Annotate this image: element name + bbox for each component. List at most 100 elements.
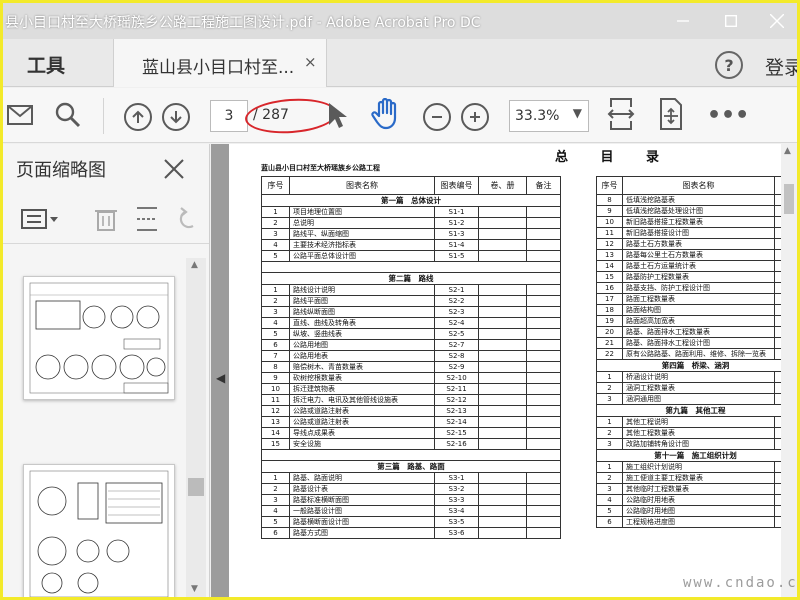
row-number-cell: 12 (261, 405, 290, 417)
row-number-cell: 17 (596, 293, 623, 305)
section-heading-cell: 第九篇 其他工程 (596, 404, 795, 417)
item-code-cell: S2-16 (434, 438, 479, 450)
table-row: 8 赔偿树木、青苗数量表 S2-9 (261, 361, 561, 373)
tab-tools[interactable]: 工具 (27, 51, 65, 78)
tab-document[interactable]: 蓝山县小目口村至... × (113, 39, 327, 87)
table-row: 第十一篇 施工组织计划 (596, 449, 795, 462)
volume-cell (478, 206, 527, 218)
trash-icon[interactable] (95, 206, 117, 236)
arrow-down-icon (162, 103, 190, 131)
column-header: 备注 (526, 176, 561, 195)
table-row: 1 项目地理位置图 S1-1 (261, 206, 561, 218)
volume-cell (478, 472, 527, 484)
next-page-button[interactable] (162, 100, 190, 134)
scroll-down-icon[interactable]: ▼ (191, 584, 198, 594)
document-subtitle: 蓝山县小目口村至大桥瑶族乡公路工程 (261, 164, 380, 172)
table-row: 6 公路用地图 S2-7 (261, 339, 561, 351)
item-name-cell: 公路临时用地表 (622, 494, 775, 506)
row-number-cell: 1 (596, 416, 623, 428)
help-icon[interactable]: ? (715, 51, 743, 79)
scroll-up-icon[interactable]: ▲ (191, 260, 198, 270)
remarks-cell (526, 295, 561, 307)
select-tool-button[interactable] (327, 98, 349, 132)
item-name-cell: 公路用地图 (289, 339, 435, 351)
hand-tool-button[interactable] (371, 97, 401, 131)
maximize-button[interactable] (709, 3, 753, 39)
item-code-cell: S2-2 (434, 295, 479, 307)
volume-cell (478, 505, 527, 517)
previous-page-button[interactable] (124, 100, 152, 134)
remarks-cell (526, 250, 561, 262)
row-number-cell: 18 (596, 304, 623, 316)
remarks-cell (526, 217, 561, 229)
close-tab-icon[interactable]: × (304, 53, 317, 71)
undo-icon[interactable] (175, 206, 197, 236)
search-icon[interactable] (55, 98, 81, 132)
item-code-cell: S2-11 (434, 383, 479, 395)
scrollbar-thumb[interactable] (188, 478, 204, 496)
item-name-cell: 其他工程数量表 (622, 427, 775, 439)
page-thumbnail[interactable] (23, 464, 175, 597)
maximize-icon (725, 15, 737, 27)
table-row: 1 路线设计说明 S2-1 (261, 284, 561, 296)
volume-cell (478, 394, 527, 406)
more-tools-icon[interactable]: ••• (707, 98, 749, 132)
table-row: 18 路面结构图 (596, 304, 795, 316)
scroll-up-icon[interactable]: ▲ (784, 146, 791, 156)
row-number-cell: 2 (596, 427, 623, 439)
table-row: 2 路线平面图 S2-2 (261, 295, 561, 307)
zoom-in-button[interactable] (461, 100, 489, 134)
table-row: 9 低填浅挖路基处理设计图 (596, 205, 795, 217)
table-row: 14 导线点成果表 S2-15 (261, 427, 561, 439)
page-thumbnail[interactable] (23, 276, 175, 400)
item-name-cell: 路基标准横断面图 (289, 494, 435, 506)
table-row: 5 纵坡、竖曲线表 S2-5 (261, 328, 561, 340)
row-number-cell: 2 (596, 382, 623, 394)
item-code-cell: S1-3 (434, 228, 479, 240)
app-window: 县小目口村至大桥瑶族乡公路工程施工图设计.pdf - Adobe Acrobat… (0, 0, 800, 600)
item-name-cell: 公路临时用地图 (622, 505, 775, 517)
table-row: 2 其他工程数量表 (596, 427, 795, 439)
row-number-cell: 22 (596, 348, 623, 360)
insert-page-icon[interactable] (135, 206, 159, 236)
zoom-select[interactable]: 33.3% ▼ (509, 100, 589, 132)
email-icon[interactable] (7, 98, 33, 132)
table-row: 4 主要技术经济指标表 S1-4 (261, 239, 561, 251)
collapse-panel-icon[interactable]: ◀ (216, 371, 225, 385)
row-number-cell: 1 (261, 284, 290, 296)
table-row: 8 低填浅挖路基表 (596, 194, 795, 206)
remarks-cell (526, 472, 561, 484)
row-number-cell: 8 (596, 194, 623, 206)
item-name-cell: 路基防护工程数量表 (622, 271, 775, 283)
minimize-button[interactable] (661, 3, 705, 39)
zoom-out-button[interactable] (423, 100, 451, 134)
row-number-cell: 3 (596, 483, 623, 495)
table-row: 3 涵洞通用图 (596, 393, 795, 405)
page-number-input[interactable]: 3 (210, 100, 248, 132)
item-name-cell: 公路或道路注射表 (289, 405, 435, 417)
volume-cell (478, 328, 527, 340)
row-number-cell: 14 (596, 260, 623, 272)
item-code-cell: S3-6 (434, 527, 479, 539)
remarks-cell (526, 306, 561, 318)
table-row: 20 路基、路面排水工程数量表 (596, 326, 795, 338)
fit-width-button[interactable] (607, 97, 635, 131)
row-number-cell: 5 (596, 505, 623, 517)
toolbar-separator (103, 98, 104, 134)
row-number-cell: 3 (596, 393, 623, 405)
full-screen-button[interactable] (657, 97, 685, 131)
volume-cell (478, 284, 527, 296)
document-scrollbar[interactable]: ▲ (781, 144, 797, 597)
item-code-cell: S2-13 (434, 405, 479, 417)
close-panel-icon[interactable] (163, 152, 185, 187)
row-number-cell: 20 (596, 326, 623, 338)
options-menu-icon[interactable] (21, 208, 59, 234)
item-name-cell: 路基、路面排水工程数量表 (622, 326, 775, 338)
thumbnail-scrollbar[interactable]: ▲ ▼ (186, 258, 206, 597)
item-code-cell: S1-4 (434, 239, 479, 251)
plus-icon (461, 103, 489, 131)
login-button[interactable]: 登录 (765, 53, 797, 80)
close-window-button[interactable] (755, 3, 797, 39)
scrollbar-thumb[interactable] (784, 184, 794, 214)
item-name-cell: 路基、路面排水工程设计图 (622, 337, 775, 349)
